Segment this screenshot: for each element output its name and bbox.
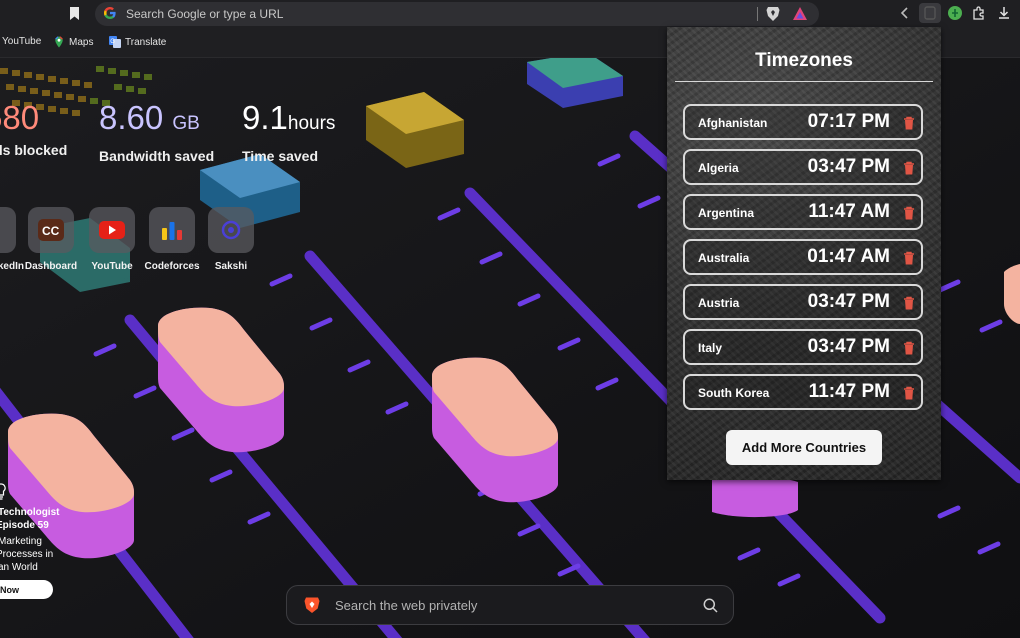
- ads-blocked-label: Ads blocked: [0, 142, 68, 158]
- add-more-countries-button[interactable]: Add More Countries: [726, 430, 882, 465]
- stat-ads-blocked: 580 Ads blocked: [0, 99, 68, 159]
- timezone-row: Italy 03:47 PM: [683, 329, 923, 365]
- trash-icon[interactable]: [903, 386, 915, 400]
- news-line-1: Marketing: [0, 536, 42, 547]
- bandwidth-value: 8.60: [99, 99, 164, 136]
- timezone-time: 11:47 AM: [808, 201, 890, 222]
- extensions-puzzle-icon[interactable]: [971, 5, 987, 21]
- timezone-time: 07:17 PM: [807, 111, 890, 132]
- timezone-time: 03:47 PM: [807, 336, 890, 357]
- brave-logo-icon: [304, 597, 320, 613]
- codeforces-bars-icon: [149, 207, 195, 253]
- brave-shields-icon[interactable]: [766, 6, 780, 22]
- bookmark-translate[interactable]: G Translate: [109, 36, 166, 48]
- timezone-time: 03:47 PM: [807, 291, 890, 312]
- trash-icon[interactable]: [903, 206, 915, 220]
- news-line-3: an World: [0, 562, 38, 573]
- top-site-label: Sakshi: [214, 261, 248, 272]
- bookmark-youtube[interactable]: YouTube: [2, 36, 41, 47]
- timezone-country: Argentina: [698, 206, 755, 220]
- green-extension-icon[interactable]: [947, 5, 963, 21]
- timezone-country: South Korea: [698, 386, 770, 400]
- timezone-row: Algeria 03:47 PM: [683, 149, 923, 185]
- timezone-country: Italy: [698, 341, 723, 355]
- trash-icon[interactable]: [903, 296, 915, 310]
- top-site-codeforces[interactable]: Codeforces: [141, 207, 203, 272]
- maps-pin-icon: [55, 36, 63, 48]
- trash-icon[interactable]: [903, 116, 915, 130]
- trash-icon[interactable]: [903, 161, 915, 175]
- news-card[interactable]: Technologist Episode 59 Marketing Proces…: [0, 483, 70, 599]
- timezone-time: 01:47 AM: [807, 246, 890, 267]
- youtube-play-icon: [89, 207, 135, 253]
- news-title-2: Episode 59: [0, 520, 49, 531]
- google-icon: [104, 7, 116, 19]
- news-line-2: Processes in: [0, 549, 54, 560]
- svg-text:CC: CC: [42, 224, 60, 238]
- time-saved-unit: hours: [287, 113, 336, 134]
- linkedin-icon: [0, 207, 16, 253]
- timezone-row: Argentina 11:47 AM: [683, 194, 923, 230]
- timezone-row: Austria 03:47 PM: [683, 284, 923, 320]
- timezone-country: Afghanistan: [698, 116, 768, 130]
- browser-toolbar: Search Google or type a URL: [0, 0, 1020, 27]
- news-cta-button[interactable]: Now: [0, 580, 53, 599]
- news-title-1: Technologist: [0, 507, 60, 518]
- timezone-time: 03:47 PM: [807, 156, 890, 177]
- time-saved-label: Time saved: [242, 148, 319, 164]
- stat-time-saved: 9.1hours Time saved: [242, 99, 336, 165]
- timezones-popup: Timezones Afghanistan 07:17 PM Algeria 0…: [667, 27, 941, 480]
- bookmark-maps[interactable]: Maps: [53, 36, 93, 48]
- ads-blocked-count: 580: [0, 99, 40, 136]
- address-bar-divider: [757, 7, 758, 21]
- timezone-country: Australia: [698, 251, 750, 265]
- brave-rewards-icon[interactable]: [792, 6, 808, 22]
- timezone-country: Algeria: [698, 161, 739, 175]
- timezone-time: 11:47 PM: [808, 381, 890, 402]
- svg-text:G: G: [110, 39, 115, 45]
- time-saved-value: 9.1: [242, 99, 288, 136]
- timezone-row: South Korea 11:47 PM: [683, 374, 923, 410]
- search-placeholder: Search the web privately: [335, 598, 478, 613]
- bookmark-label: Translate: [125, 36, 167, 48]
- bookmark-label: Maps: [69, 36, 94, 48]
- popup-divider: [675, 81, 933, 82]
- bandwidth-label: Bandwidth saved: [99, 148, 215, 164]
- trash-icon[interactable]: [903, 341, 915, 355]
- lightbulb-icon: [0, 483, 6, 500]
- download-icon[interactable]: [996, 5, 1012, 21]
- bandwidth-unit: GB: [172, 113, 200, 134]
- popup-title: Timezones: [755, 50, 853, 71]
- search-icon[interactable]: [703, 598, 718, 613]
- bookmark-icon[interactable]: [69, 7, 80, 20]
- trash-icon[interactable]: [903, 251, 915, 265]
- timezone-row: Afghanistan 07:17 PM: [683, 104, 923, 140]
- top-site-youtube[interactable]: YouTube: [81, 207, 143, 272]
- top-site-label: Dashboard: [24, 261, 78, 272]
- top-site-label: Codeforces: [144, 261, 200, 272]
- sakshi-icon: [208, 207, 254, 253]
- private-search-box[interactable]: Search the web privately: [286, 585, 734, 625]
- cc-icon: CC: [28, 207, 74, 253]
- timezone-row: Australia 01:47 AM: [683, 239, 923, 275]
- translate-icon: G: [109, 36, 121, 48]
- address-bar[interactable]: Search Google or type a URL: [95, 2, 819, 26]
- stat-bandwidth-saved: 8.60 GB Bandwidth saved: [99, 99, 215, 165]
- bookmark-label: YouTube: [2, 36, 42, 47]
- top-site-dashboard[interactable]: CC Dashboard: [20, 207, 82, 272]
- address-bar-placeholder: Search Google or type a URL: [126, 7, 284, 21]
- top-site-label: YouTube: [91, 261, 133, 272]
- top-site-sakshi[interactable]: Sakshi: [200, 207, 262, 272]
- timezone-extension-icon[interactable]: [919, 3, 941, 23]
- timezone-country: Austria: [698, 296, 740, 310]
- extension-collapse-icon[interactable]: [897, 5, 913, 21]
